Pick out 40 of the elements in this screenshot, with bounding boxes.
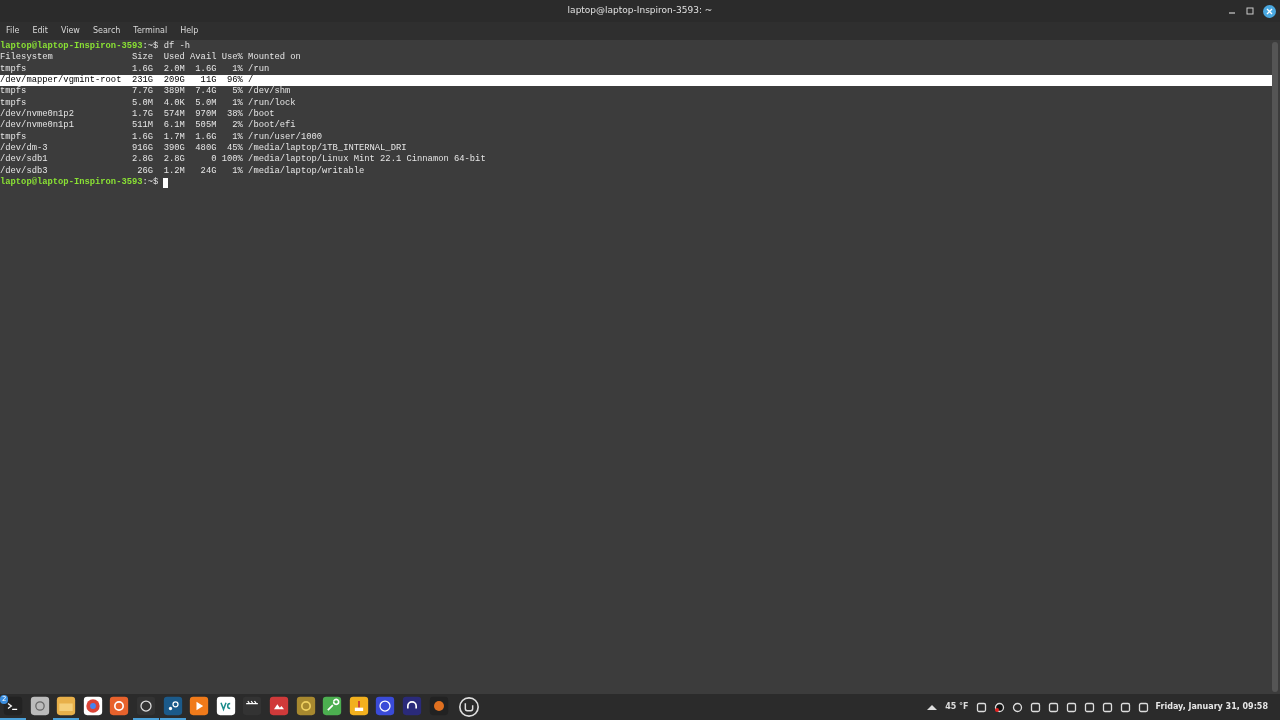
output-line: /dev/nvme0n1p1 511M 6.1M 505M 2% /boot/efi — [0, 120, 297, 132]
browser-icon — [82, 696, 103, 716]
launcher-button[interactable] — [53, 694, 80, 720]
maximize-icon[interactable] — [1245, 6, 1255, 16]
menu-item[interactable]: File — [6, 25, 20, 37]
launcher-button[interactable] — [132, 694, 159, 720]
prompt-user-host: laptop@laptop-Inspiron-3593 — [0, 177, 143, 189]
key-icon — [322, 696, 343, 716]
menu-item[interactable]: Edit — [32, 25, 48, 37]
output-line: tmpfs 1.6G 1.7M 1.6G 1% /run/user/1000 — [0, 131, 324, 143]
window-title: laptop@laptop-Inspiron-3593: ~ — [567, 4, 713, 18]
scrollbar[interactable] — [1272, 42, 1278, 692]
prompt-path: :~$ — [142, 177, 159, 189]
clock[interactable]: Friday, January 31, 09:58 — [1155, 701, 1268, 713]
weather-icon — [926, 702, 939, 712]
output-line: tmpfs 1.6G 2.0M 1.6G 1% /run — [0, 63, 271, 75]
weather-text: 45 °F — [945, 701, 969, 713]
vc-icon — [215, 696, 236, 716]
folder-icon — [56, 696, 77, 716]
output-line: Filesystem Size Used Avail Use% Mounted on — [0, 52, 302, 64]
menu-item[interactable]: Search — [92, 25, 121, 37]
prompt-user-host: laptop@laptop-Inspiron-3593 — [0, 41, 143, 52]
joystick-icon — [348, 696, 369, 716]
output-line: tmpfs 5.0M 4.0K 5.0M 1% /run/lock — [0, 97, 297, 109]
output-line: /dev/sdb3 26G 1.2M 24G 1% /media/laptop/writable — [0, 165, 366, 177]
image-edit-icon — [268, 696, 289, 716]
menu-item[interactable]: Terminal — [133, 25, 168, 37]
output-line: /dev/nvme0n1p2 1.7G 574M 970M 38% /boot — [0, 109, 276, 120]
menu-item[interactable]: Help — [180, 25, 199, 37]
menu-item[interactable]: View — [60, 25, 80, 37]
output-line: /dev/sdb1 2.8G 2.8G 0 100% /media/laptop/Linux Mint 22.1 Cinnamon 64-bit — [0, 154, 487, 166]
output-line: /dev/dm-3 916G 390G 480G 45% /media/laptop/1TB_INTERNAL_DRI — [0, 143, 408, 154]
close-icon[interactable] — [1263, 4, 1276, 18]
launcher-button[interactable] — [159, 694, 186, 720]
prompt-path: :~$ — [142, 41, 159, 52]
command-text: df -h — [162, 41, 191, 52]
play-icon — [189, 696, 210, 716]
headphones-icon — [401, 696, 422, 716]
menu-icon[interactable] — [457, 696, 480, 718]
output-line: tmpfs 7.7G 389M 7.4G 5% /dev/shm — [0, 86, 292, 98]
